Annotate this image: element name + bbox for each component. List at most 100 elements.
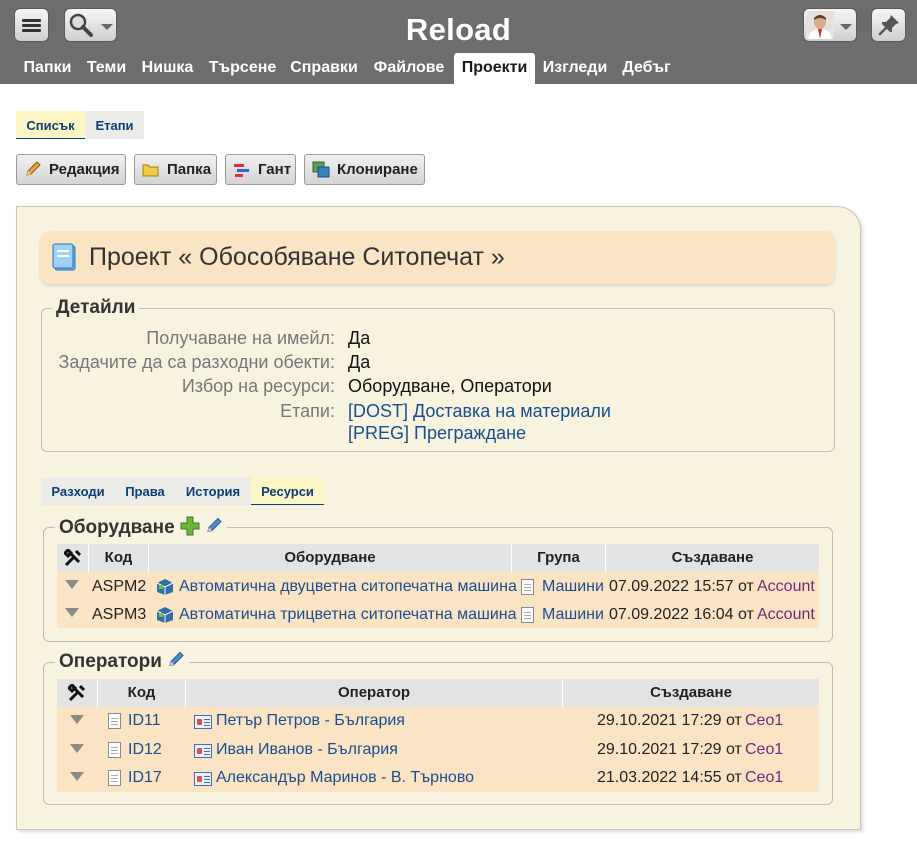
tab-resources[interactable]: Ресурси (251, 477, 324, 505)
nav-tab-topics[interactable]: Теми (82, 53, 131, 84)
row-menu-icon[interactable] (65, 608, 79, 617)
detail-label: Получаване на имейл: (146, 328, 335, 348)
document-icon (108, 770, 121, 786)
nav-tab-debug[interactable]: Дебъг (619, 53, 674, 84)
row-menu-icon[interactable] (70, 715, 84, 724)
chevron-down-icon (101, 24, 113, 30)
account-link[interactable]: Ceo1 (745, 768, 783, 788)
column-header-created[interactable]: Създаване (563, 679, 819, 707)
nav-tab-folders[interactable]: Папки (16, 53, 79, 84)
column-header-operator[interactable]: Оператор (186, 679, 563, 707)
add-icon[interactable] (180, 516, 200, 536)
nav-tab-reports[interactable]: Справки (288, 53, 360, 84)
user-menu-button[interactable] (803, 8, 857, 42)
column-header-group[interactable]: Група (512, 544, 606, 572)
clone-button[interactable]: Клониране (304, 154, 425, 185)
row-menu-icon[interactable] (65, 580, 79, 589)
machine-icon (156, 607, 174, 623)
column-header-code[interactable]: Код (89, 544, 149, 572)
equipment-link[interactable]: Автоматична трицветна ситопечатна машина (179, 605, 517, 625)
row-menu-icon[interactable] (70, 744, 84, 753)
clone-button-label: Клониране (337, 161, 418, 178)
folder-icon (142, 164, 159, 177)
equipment-link[interactable]: Автоматична двуцветна ситопечатна машина (179, 577, 517, 597)
id-card-icon (194, 744, 212, 758)
operator-link[interactable]: Петър Петров - България (216, 711, 405, 731)
account-link[interactable]: Ceo1 (745, 740, 783, 760)
operator-code[interactable]: ID11 (128, 711, 161, 731)
nav-tab-search[interactable]: Търсене (205, 53, 280, 84)
machine-icon (156, 579, 174, 595)
clone-icon (312, 161, 330, 178)
nav-tab-files[interactable]: Файлове (371, 53, 447, 84)
pencil-icon[interactable] (167, 651, 185, 669)
tools-column-header (57, 679, 98, 707)
group-link[interactable]: Машини (542, 605, 604, 625)
subtab-list[interactable]: Списък (16, 111, 85, 139)
app-title: Reload (405, 12, 512, 47)
menu-button[interactable] (14, 8, 49, 42)
account-link[interactable]: Account (757, 577, 815, 597)
account-link[interactable]: Ceo1 (745, 711, 783, 731)
pin-button[interactable] (871, 8, 906, 42)
created-date: 21.03.2022 14:55 от (597, 769, 742, 786)
nav-tab-views[interactable]: Изгледи (540, 53, 610, 84)
created-date: 29.10.2021 17:29 от (597, 741, 742, 758)
tools-icon (66, 682, 86, 702)
edit-button-label: Редакция (49, 161, 120, 178)
gantt-button-label: Гант (258, 161, 292, 178)
column-header-code[interactable]: Код (98, 679, 186, 707)
subtab-stages[interactable]: Етапи (85, 111, 144, 139)
nav-tab-thread[interactable]: Нишка (136, 53, 199, 84)
column-header-equipment[interactable]: Оборудване (149, 544, 512, 572)
nav-tab-projects[interactable]: Проекти (454, 53, 535, 84)
stage-link[interactable]: [PREG] Преграждане (348, 423, 526, 444)
pin-icon (878, 15, 899, 36)
detail-label: Избор на ресурси: (181, 376, 335, 396)
operator-link[interactable]: Александър Маринов - В. Търново (216, 768, 474, 788)
details-legend: Детайли (52, 297, 140, 319)
tab-expenses[interactable]: Разходи (41, 477, 115, 505)
created-date: 07.09.2022 16:04 от (609, 606, 754, 623)
folder-button[interactable]: Папка (134, 154, 217, 185)
operator-link[interactable]: Иван Иванов - България (216, 740, 398, 760)
equipment-legend-text: Оборудване (59, 517, 175, 538)
gantt-chart-icon (234, 164, 249, 177)
project-title: Проект « Обособяване Ситопечат » (89, 243, 505, 271)
id-card-icon (194, 715, 212, 729)
created-date: 29.10.2021 17:29 от (597, 712, 742, 729)
operators-legend: Оператори (55, 651, 190, 673)
document-icon (108, 742, 121, 758)
search-button[interactable] (64, 8, 117, 42)
top-bar: Reload Папки Теми Нишка Търсене Справки … (0, 0, 917, 84)
pencil-icon[interactable] (205, 517, 223, 535)
gantt-button[interactable]: Гант (225, 154, 296, 185)
tab-rights[interactable]: Права (115, 477, 175, 505)
operator-code[interactable]: ID12 (128, 740, 162, 760)
chevron-down-icon (840, 24, 852, 30)
operator-code[interactable]: ID17 (128, 768, 162, 788)
equipment-code: ASPM2 (92, 578, 147, 595)
tools-column-header (57, 544, 89, 572)
project-icon (52, 243, 76, 271)
equipment-code: ASPM3 (92, 606, 147, 623)
tools-icon (62, 547, 81, 567)
created-date: 07.09.2022 15:57 от (609, 578, 754, 595)
detail-label: Етапи: (280, 401, 335, 421)
detail-label: Задачите да са разходни обекти: (58, 352, 335, 372)
search-icon (69, 13, 93, 37)
folder-button-label: Папка (167, 161, 212, 178)
account-link[interactable]: Account (757, 605, 815, 625)
document-icon (521, 607, 534, 623)
detail-value: Да (348, 328, 371, 348)
operators-legend-text: Оператори (59, 651, 162, 672)
document-icon (108, 713, 121, 729)
project-header: Проект « Обособяване Ситопечат » (40, 231, 835, 284)
id-card-icon (194, 772, 212, 786)
column-header-created[interactable]: Създаване (606, 544, 819, 572)
edit-button[interactable]: Редакция (16, 154, 126, 185)
tab-history[interactable]: История (175, 477, 251, 505)
group-link[interactable]: Машини (542, 577, 604, 597)
row-menu-icon[interactable] (70, 772, 84, 781)
stage-link[interactable]: [DOST] Доставка на материали (348, 401, 611, 422)
